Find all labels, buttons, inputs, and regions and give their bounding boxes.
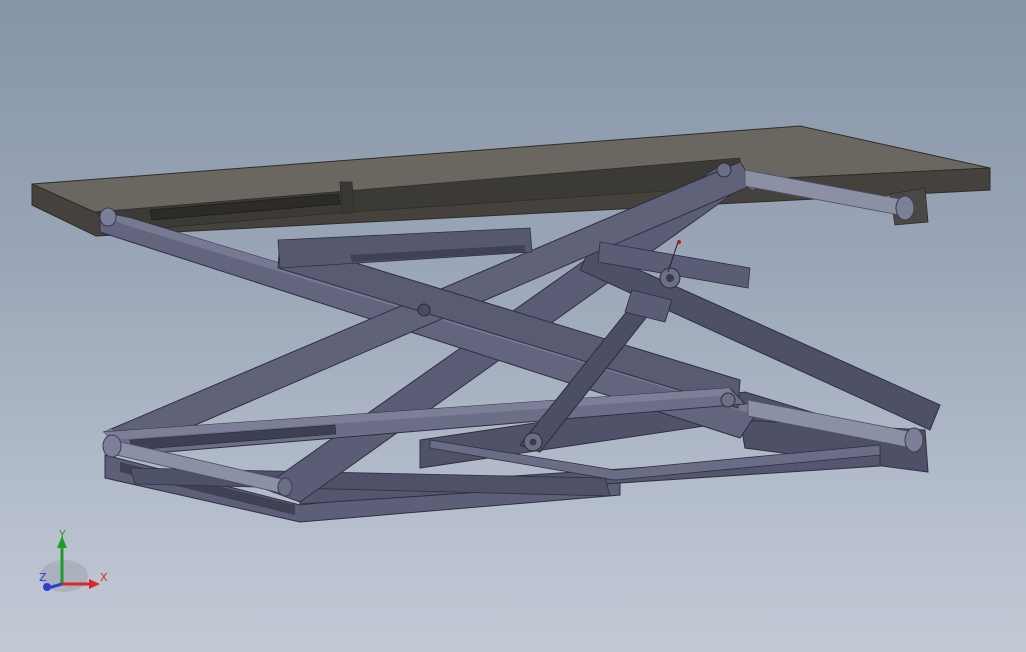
scissor-lift-model[interactable]: [0, 0, 1026, 652]
y-axis-label: Y: [58, 528, 66, 541]
z-axis-label: Z: [39, 571, 47, 584]
x-axis-label: X: [100, 571, 108, 584]
graphics-viewport[interactable]: Y X Z: [0, 0, 1026, 652]
coordinate-triad: Y X Z: [39, 528, 108, 592]
platform[interactable]: [31, 125, 991, 237]
